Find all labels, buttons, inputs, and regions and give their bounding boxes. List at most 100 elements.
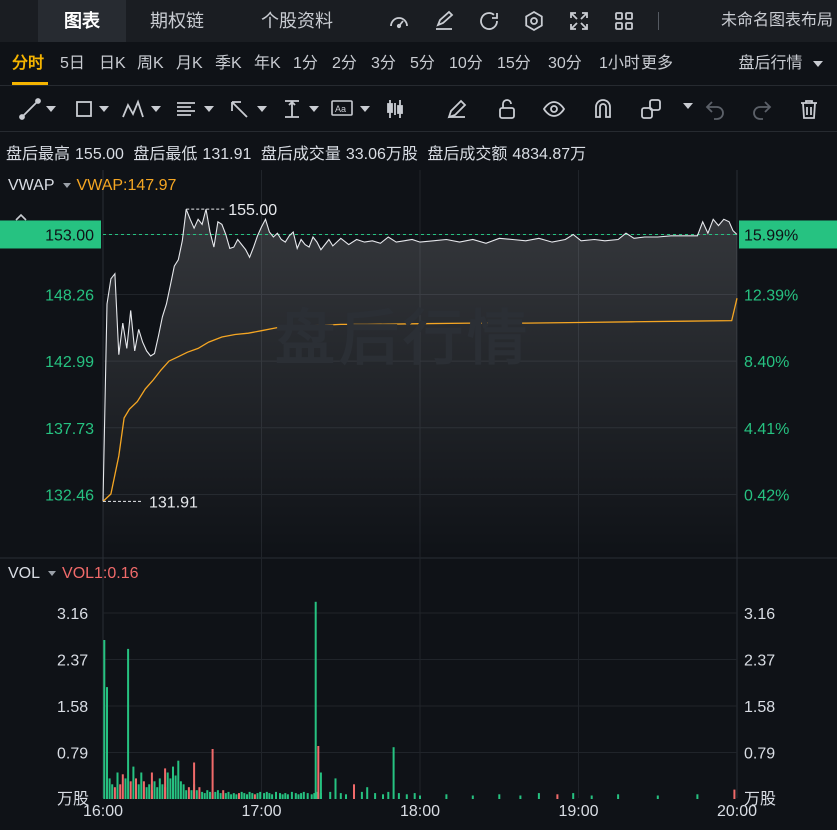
magnet-icon[interactable]	[591, 97, 615, 121]
drawing-toolbar: Aa	[0, 86, 837, 132]
volume-bar	[129, 781, 132, 799]
percent-tick-label: 12.39%	[744, 287, 798, 304]
fib-tool-icon[interactable]	[174, 97, 198, 121]
volume-bar	[209, 791, 211, 799]
volume-bar	[271, 794, 274, 799]
volume-bar	[374, 793, 377, 799]
chevron-down-icon[interactable]	[48, 571, 57, 576]
lock-icon[interactable]	[495, 97, 519, 121]
turnover-label: 盘后成交额	[427, 146, 508, 163]
volume-tick-label-left: 1.58	[57, 699, 88, 716]
volume-bar	[124, 778, 127, 799]
chevron-down-icon[interactable]	[151, 106, 161, 112]
chevron-down-icon[interactable]	[257, 106, 267, 112]
period-2min[interactable]: 2分	[332, 42, 357, 86]
volume-bar	[334, 778, 337, 799]
layout-name[interactable]: 未命名图表布局	[721, 0, 833, 42]
volume-label: 盘后成交量	[260, 146, 341, 163]
volume-bar	[353, 784, 355, 799]
period-15min[interactable]: 15分	[497, 42, 531, 86]
session-selector[interactable]: 盘后行情	[739, 42, 823, 86]
fullscreen-icon[interactable]	[567, 9, 591, 33]
period-more[interactable]: 更多	[641, 42, 673, 86]
candle-tool-icon[interactable]	[383, 97, 407, 121]
volume-bar	[319, 772, 322, 799]
volume-bar	[656, 795, 659, 799]
volume-bar	[286, 794, 289, 799]
link-icon[interactable]	[639, 97, 663, 121]
vwap-legend[interactable]: VWAP VWAP:147.97	[8, 177, 176, 195]
pencil-icon[interactable]	[445, 97, 469, 121]
volume-bar	[238, 793, 240, 799]
period-10min[interactable]: 10分	[449, 42, 483, 86]
volume-bar	[190, 790, 193, 799]
volume-bar	[537, 793, 540, 799]
collapse-chevron-icon[interactable]	[14, 210, 28, 224]
current-pct-badge-label: 15.99%	[744, 227, 798, 244]
period-1min[interactable]: 1分	[293, 42, 318, 86]
refresh-icon[interactable]	[477, 9, 501, 33]
period-5d[interactable]: 5日	[60, 42, 85, 86]
redo-icon[interactable]	[750, 97, 774, 121]
volume-bar	[498, 794, 501, 799]
eye-icon[interactable]	[542, 97, 566, 121]
time-tick-label: 18:00	[400, 803, 440, 820]
period-timeshare[interactable]: 分时	[12, 42, 44, 86]
rect-tool-icon[interactable]	[72, 97, 96, 121]
period-week-k[interactable]: 周K	[137, 42, 164, 86]
period-day-k[interactable]: 日K	[99, 42, 126, 86]
period-3min[interactable]: 3分	[371, 42, 396, 86]
vol-legend[interactable]: VOL VOL1:0.16	[8, 565, 139, 583]
period-bar: 分时 5日 日K 周K 月K 季K 年K 1分 2分 3分 5分 10分 15分…	[0, 42, 837, 109]
text-tool-icon[interactable]: Aa	[330, 97, 354, 121]
chevron-down-icon[interactable]	[62, 183, 71, 188]
volume-bar	[251, 793, 254, 799]
volume-value: 33.06万股	[345, 146, 418, 163]
volume-bar	[230, 794, 233, 799]
volume-bar	[232, 793, 235, 799]
period-1hour[interactable]: 1小时	[599, 42, 643, 86]
volume-bar	[224, 793, 227, 799]
chevron-down-icon[interactable]	[309, 106, 319, 112]
svg-text:Aa: Aa	[335, 104, 346, 114]
chevron-down-icon[interactable]	[204, 106, 214, 112]
time-tick-label: 20:00	[717, 803, 757, 820]
chevron-down-icon[interactable]	[46, 106, 56, 112]
chevron-down-icon[interactable]	[360, 106, 370, 112]
volume-bar	[300, 793, 303, 799]
period-month-k[interactable]: 月K	[176, 42, 203, 86]
volume-tick-label-right: 2.37	[744, 652, 775, 669]
high-label: 盘后最高	[6, 146, 71, 163]
period-year-k[interactable]: 年K	[254, 42, 281, 86]
volume-bar	[445, 794, 448, 799]
tab-option-chain[interactable]: 期权链	[150, 0, 204, 42]
volume-bar	[246, 794, 248, 799]
arrow-tool-icon[interactable]	[227, 97, 251, 121]
volume-bar	[294, 793, 297, 799]
volume-tick-label-left: 0.79	[57, 745, 88, 762]
top-tab-bar: 图表 期权链 个股资料 未命名图表布局	[0, 0, 837, 42]
volume-bar	[556, 794, 559, 799]
settings-icon[interactable]	[522, 9, 546, 33]
period-quarter-k[interactable]: 季K	[215, 42, 242, 86]
volume-tick-label-right: 1.58	[744, 699, 775, 716]
undo-icon[interactable]	[703, 97, 727, 121]
trash-icon[interactable]	[797, 97, 821, 121]
period-30min[interactable]: 30分	[548, 42, 582, 86]
tab-chart[interactable]: 图表	[38, 0, 126, 42]
intraday-chart[interactable]: 155.00 131.91 148.26 142.99 137.73 132.46 12.3…	[0, 170, 837, 830]
tab-stock-profile[interactable]: 个股资料	[261, 0, 333, 42]
measure-tool-icon[interactable]	[280, 97, 304, 121]
vol-legend-value: VOL1:0.16	[62, 565, 139, 582]
period-5min[interactable]: 5分	[410, 42, 435, 86]
volume-bar	[203, 793, 206, 799]
volume-bar	[366, 787, 369, 799]
gauge-icon[interactable]	[387, 9, 411, 33]
edit-icon[interactable]	[432, 9, 456, 33]
grid-icon[interactable]	[612, 9, 636, 33]
pattern-tool-icon[interactable]	[121, 97, 145, 121]
line-tool-icon[interactable]	[18, 97, 42, 121]
chevron-down-icon[interactable]	[99, 106, 109, 112]
volume-tick-label-right: 0.79	[744, 745, 775, 762]
percent-tick-label: 8.40%	[744, 354, 789, 371]
